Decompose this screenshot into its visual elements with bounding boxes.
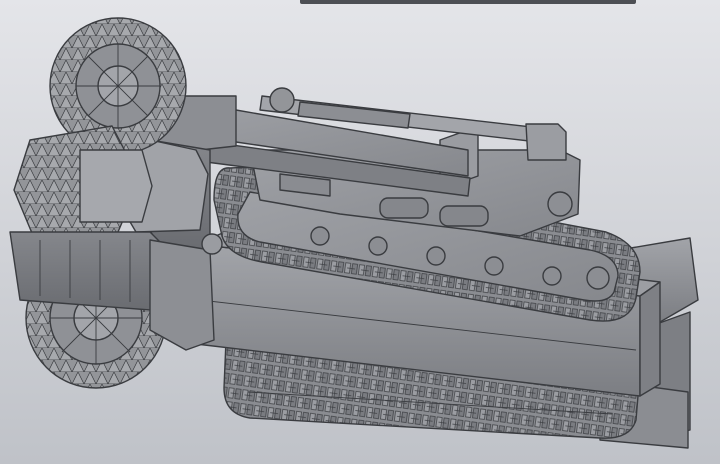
rear-cutter-block xyxy=(9,231,171,311)
cad-viewport[interactable] xyxy=(0,0,720,464)
tracked-mining-machine-icon[interactable] xyxy=(0,0,720,464)
pivot-shafts xyxy=(149,233,223,351)
